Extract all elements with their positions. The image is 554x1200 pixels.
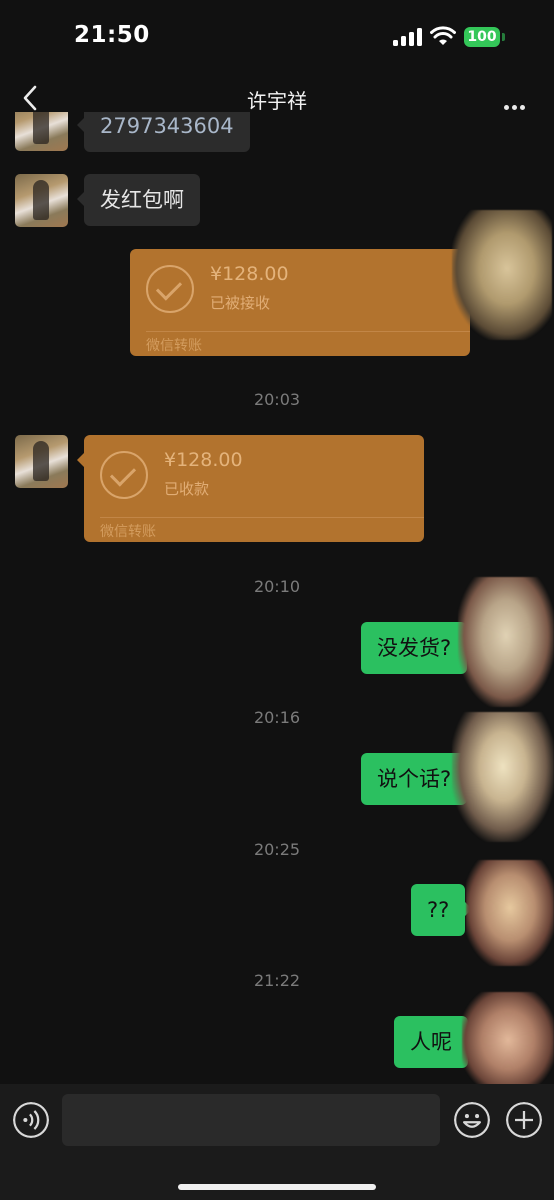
message-input[interactable] bbox=[62, 1094, 440, 1146]
message-text: 发红包啊 bbox=[100, 188, 184, 212]
avatar[interactable] bbox=[15, 435, 68, 488]
transfer-status: 已被接收 bbox=[210, 294, 271, 312]
transfer-card-incoming[interactable]: ¥128.00 已收款 微信转账 bbox=[77, 435, 424, 542]
input-bar bbox=[0, 1084, 554, 1200]
avatar[interactable] bbox=[15, 112, 68, 151]
transfer-label: 微信转账 bbox=[100, 524, 156, 540]
chat-title: 许宇祥 bbox=[247, 89, 307, 113]
status-time: 21:50 bbox=[74, 22, 150, 48]
battery-tip bbox=[502, 33, 505, 41]
timestamp: 20:25 bbox=[253, 840, 301, 859]
home-indicator bbox=[178, 1184, 376, 1190]
voice-icon[interactable] bbox=[13, 1102, 49, 1138]
status-bar: 21:50 100 bbox=[0, 0, 554, 72]
transfer-check-icon bbox=[146, 265, 194, 313]
redacted-avatar bbox=[452, 712, 554, 842]
message-bubble-outgoing[interactable]: ?? bbox=[411, 884, 473, 936]
transfer-label: 微信转账 bbox=[146, 338, 202, 354]
transfer-divider bbox=[100, 517, 424, 518]
message-bubble-outgoing[interactable]: 人呢 bbox=[394, 1016, 475, 1068]
message-text: 2797343604 bbox=[100, 114, 234, 138]
redacted-avatar bbox=[466, 860, 554, 966]
message-bubble-outgoing[interactable]: 没发货? bbox=[361, 622, 475, 674]
transfer-card-outgoing[interactable]: ¥128.00 已被接收 微信转账 bbox=[130, 249, 470, 356]
transfer-check-icon bbox=[100, 451, 148, 499]
redacted-avatar bbox=[458, 577, 554, 707]
transfer-amount: ¥128.00 bbox=[164, 449, 243, 471]
timestamp: 21:22 bbox=[253, 971, 301, 990]
message-bubble-incoming[interactable]: 发红包啊 bbox=[77, 174, 200, 226]
timestamp: 20:03 bbox=[253, 390, 301, 409]
wifi-icon bbox=[430, 26, 456, 45]
signal-icon bbox=[393, 28, 423, 46]
transfer-divider bbox=[146, 331, 470, 332]
avatar[interactable] bbox=[15, 174, 68, 227]
message-text: ?? bbox=[427, 898, 450, 922]
plus-icon[interactable] bbox=[506, 1102, 542, 1138]
chat-area[interactable]: 2797343604 发红包啊 ¥128.00 已被接收 微信转账 20:03 … bbox=[0, 112, 554, 1084]
transfer-amount: ¥128.00 bbox=[210, 263, 289, 285]
redacted-avatar bbox=[462, 992, 554, 1084]
battery-icon: 100 bbox=[464, 27, 500, 47]
emoji-icon[interactable] bbox=[454, 1102, 490, 1138]
message-text: 没发货? bbox=[377, 636, 452, 660]
message-bubble-incoming[interactable]: 2797343604 bbox=[77, 112, 250, 152]
transfer-status: 已收款 bbox=[164, 480, 210, 498]
message-text: 说个话? bbox=[377, 767, 452, 791]
message-text: 人呢 bbox=[410, 1030, 452, 1054]
redacted-avatar bbox=[452, 210, 552, 340]
